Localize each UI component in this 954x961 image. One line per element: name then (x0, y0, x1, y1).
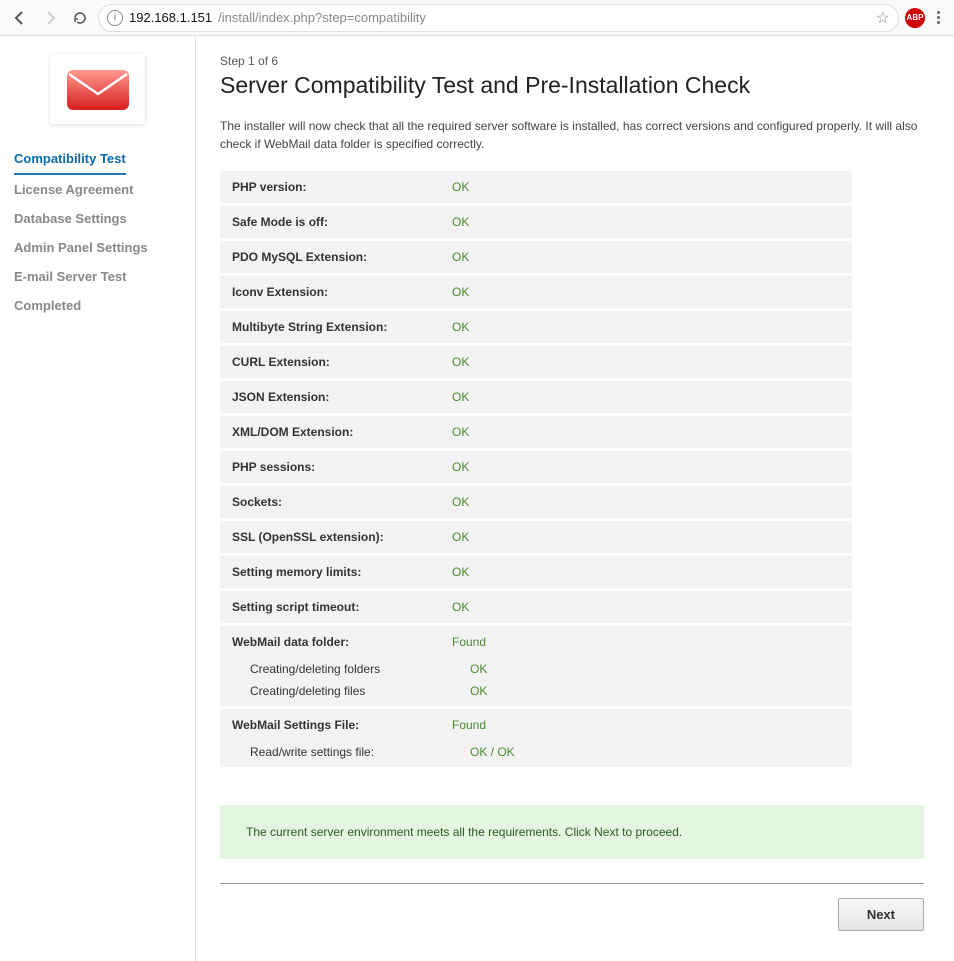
check-row: Sockets:OK (220, 486, 852, 518)
check-value: OK (452, 425, 469, 439)
check-label: Setting memory limits: (232, 565, 452, 579)
sidebar: Compatibility Test License Agreement Dat… (0, 36, 195, 961)
browser-toolbar: i 192.168.1.151/install/index.php?step=c… (0, 0, 954, 36)
check-subrow: Creating/deleting filesOK (220, 680, 852, 702)
check-row: WebMail Settings File:Found (220, 709, 852, 741)
step-indicator: Step 1 of 6 (220, 54, 924, 68)
check-value: OK (470, 662, 487, 676)
check-value: OK (452, 250, 469, 264)
check-label: Safe Mode is off: (232, 215, 452, 229)
check-value: OK (452, 285, 469, 299)
check-group-settings-file: WebMail Settings File:Found Read/write s… (220, 709, 852, 767)
adblock-icon[interactable]: ABP (905, 8, 925, 28)
check-value: OK (452, 495, 469, 509)
check-row: Iconv Extension:OK (220, 276, 852, 308)
check-label: WebMail data folder: (232, 635, 452, 649)
forward-button[interactable] (38, 6, 62, 30)
check-row: SSL (OpenSSL extension):OK (220, 521, 852, 553)
check-row: PHP version:OK (220, 171, 852, 203)
check-row: Setting memory limits:OK (220, 556, 852, 588)
reload-button[interactable] (68, 6, 92, 30)
checks-table: PHP version:OK Safe Mode is off:OK PDO M… (220, 171, 852, 767)
check-row: PDO MySQL Extension:OK (220, 241, 852, 273)
check-label: PDO MySQL Extension: (232, 250, 452, 264)
intro-text: The installer will now check that all th… (220, 117, 924, 153)
check-label: CURL Extension: (232, 355, 452, 369)
check-value: OK (452, 320, 469, 334)
check-value: OK (470, 684, 487, 698)
check-value: OK (452, 355, 469, 369)
divider (220, 883, 924, 884)
check-row: Setting script timeout:OK (220, 591, 852, 623)
check-value: OK (452, 390, 469, 404)
sidebar-item-admin[interactable]: Admin Panel Settings (14, 233, 181, 262)
check-subrow: Creating/deleting foldersOK (220, 658, 852, 680)
check-row: PHP sessions:OK (220, 451, 852, 483)
url-path: /install/index.php?step=compatibility (218, 10, 426, 25)
check-row: Safe Mode is off:OK (220, 206, 852, 238)
check-row: Multibyte String Extension:OK (220, 311, 852, 343)
sidebar-item-email[interactable]: E-mail Server Test (14, 262, 181, 291)
check-label: Creating/deleting folders (250, 662, 470, 676)
check-row: WebMail data folder:Found (220, 626, 852, 658)
sidebar-item-compatibility[interactable]: Compatibility Test (14, 144, 126, 175)
check-subrow: Read/write settings file:OK / OK (220, 741, 852, 763)
back-button[interactable] (8, 6, 32, 30)
check-label: Multibyte String Extension: (232, 320, 452, 334)
check-value: OK (452, 460, 469, 474)
check-label: Creating/deleting files (250, 684, 470, 698)
check-row: JSON Extension:OK (220, 381, 852, 413)
check-label: PHP sessions: (232, 460, 452, 474)
check-row: CURL Extension:OK (220, 346, 852, 378)
check-label: PHP version: (232, 180, 452, 194)
check-value: OK (452, 565, 469, 579)
sidebar-item-database[interactable]: Database Settings (14, 204, 181, 233)
check-row: XML/DOM Extension:OK (220, 416, 852, 448)
check-label: WebMail Settings File: (232, 718, 452, 732)
check-value: OK (452, 215, 469, 229)
check-label: Setting script timeout: (232, 600, 452, 614)
check-label: XML/DOM Extension: (232, 425, 452, 439)
url-host: 192.168.1.151 (129, 10, 212, 25)
check-value: OK (452, 600, 469, 614)
check-value: Found (452, 635, 486, 649)
install-steps-nav: Compatibility Test License Agreement Dat… (14, 144, 181, 320)
main-content: Step 1 of 6 Server Compatibility Test an… (195, 36, 954, 961)
button-row: Next (220, 898, 924, 931)
check-label: SSL (OpenSSL extension): (232, 530, 452, 544)
check-value: OK / OK (470, 745, 515, 759)
sidebar-item-completed[interactable]: Completed (14, 291, 181, 320)
page-title: Server Compatibility Test and Pre-Instal… (220, 72, 924, 99)
check-label: Iconv Extension: (232, 285, 452, 299)
check-value: OK (452, 180, 469, 194)
bookmark-star-icon[interactable]: ☆ (876, 8, 890, 28)
check-label: JSON Extension: (232, 390, 452, 404)
success-banner: The current server environment meets all… (220, 805, 924, 859)
check-value: Found (452, 718, 486, 732)
check-label: Read/write settings file: (250, 745, 470, 759)
check-value: OK (452, 530, 469, 544)
next-button[interactable]: Next (838, 898, 924, 931)
site-info-icon[interactable]: i (107, 10, 123, 26)
check-group-data-folder: WebMail data folder:Found Creating/delet… (220, 626, 852, 706)
app-logo (50, 54, 145, 124)
sidebar-item-license[interactable]: License Agreement (14, 175, 181, 204)
address-bar[interactable]: i 192.168.1.151/install/index.php?step=c… (98, 4, 899, 32)
check-label: Sockets: (232, 495, 452, 509)
browser-menu-icon[interactable] (931, 11, 946, 24)
